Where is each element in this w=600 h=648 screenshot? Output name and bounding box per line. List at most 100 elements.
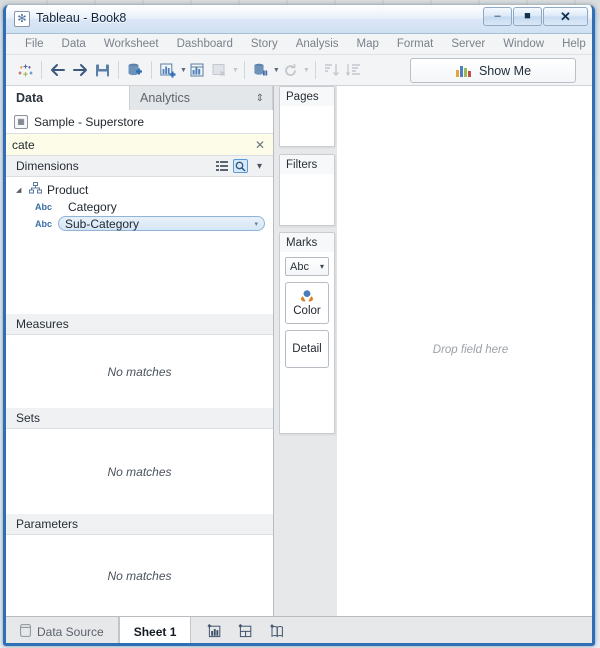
chevron-down-icon[interactable]: ▾	[252, 159, 267, 173]
toolbar: ▼ ▼ ▼	[6, 55, 592, 86]
parameters-empty: No matches	[6, 535, 273, 616]
viz-drop-grid[interactable]: Drop field here Drop field here Drop fie…	[341, 150, 527, 298]
chevron-down-icon[interactable]: ▾	[320, 262, 324, 271]
menu-bar: File Data Worksheet Dashboard Story Anal…	[6, 34, 592, 55]
tab-bar-filler	[302, 617, 592, 646]
marks-card[interactable]: Marks Abc ▾ Color Deta	[279, 232, 335, 434]
measures-empty: No matches	[6, 335, 273, 408]
field-sub-category-pill[interactable]: Sub-Category ▾	[58, 216, 265, 231]
database-table-icon: ▦	[14, 115, 28, 129]
list-view-icon[interactable]	[214, 159, 229, 173]
main-canvas: Columns Rows Drop field here Drop field …	[337, 86, 592, 616]
data-source-tab-label: Data Source	[37, 625, 104, 639]
menu-format[interactable]: Format	[388, 38, 442, 50]
tree-folder-label: Product	[47, 183, 88, 197]
abc-type-icon: Abc	[32, 219, 52, 229]
mark-type-dropdown[interactable]: Abc ▾	[285, 257, 329, 276]
window-title: Tableau - Book8	[36, 11, 126, 25]
viz-left-drop-zone[interactable]: Drop field here	[337, 86, 595, 616]
tab-data[interactable]: Data	[6, 86, 130, 110]
menu-help[interactable]: Help	[553, 38, 595, 50]
cards-column: Pages Filters Marks Abc ▾	[275, 86, 337, 616]
menu-analysis[interactable]: Analysis	[287, 38, 348, 50]
marks-card-title: Marks	[280, 233, 334, 252]
new-worksheet-dropdown-caret[interactable]: ▼	[180, 67, 187, 74]
minimize-button[interactable]: –	[483, 7, 512, 26]
forward-arrow-icon[interactable]	[69, 59, 91, 81]
workspace-body: Data Analytics ⇕ ▦ Sample - Superstore c…	[6, 86, 592, 616]
dimensions-header-tools: ▾	[214, 159, 267, 173]
show-me-chart-icon	[455, 64, 472, 78]
menu-story[interactable]: Story	[242, 38, 287, 50]
sort-descending-icon	[343, 59, 365, 81]
new-sheet-buttons	[191, 617, 302, 646]
swap-data-dropdown-caret[interactable]: ▼	[273, 67, 280, 74]
close-button[interactable]: ✕	[543, 7, 588, 26]
section-title-parameters: Parameters	[16, 517, 78, 531]
menu-dashboard[interactable]: Dashboard	[168, 38, 242, 50]
data-source-name: Sample - Superstore	[34, 115, 144, 129]
sheet-tab-bar: Data Source Sheet 1	[6, 616, 592, 646]
sheet-tab-label: Sheet 1	[134, 625, 177, 639]
left-pane: Data Analytics ⇕ ▦ Sample - Superstore c…	[6, 86, 274, 616]
tableau-window: ✻ Tableau - Book8 – ■ ✕ File Data Worksh…	[3, 5, 595, 646]
menu-window[interactable]: Window	[494, 38, 553, 50]
tab-data-label: Data	[16, 91, 43, 105]
pages-card[interactable]: Pages	[279, 86, 335, 147]
sort-ascending-icon	[321, 59, 343, 81]
search-field-icon[interactable]	[233, 159, 248, 173]
marks-detail-label: Detail	[292, 343, 321, 355]
duplicate-sheet-icon[interactable]	[187, 59, 209, 81]
section-title-sets: Sets	[16, 411, 40, 425]
data-source-tab[interactable]: Data Source	[6, 617, 119, 646]
tab-analytics[interactable]: Analytics ⇕	[130, 86, 273, 110]
marks-color-button[interactable]: Color	[285, 282, 329, 324]
section-header-sets: Sets	[6, 408, 273, 429]
sets-empty: No matches	[6, 429, 273, 514]
section-header-parameters: Parameters	[6, 514, 273, 535]
swap-data-icon[interactable]	[250, 59, 272, 81]
sheet-tab-sheet-1[interactable]: Sheet 1	[119, 617, 192, 646]
filters-card[interactable]: Filters	[279, 154, 335, 226]
new-story-button[interactable]	[269, 623, 286, 641]
menu-server[interactable]: Server	[442, 38, 494, 50]
tab-analytics-label: Analytics	[140, 91, 190, 105]
close-icon[interactable]: ✕	[255, 138, 265, 152]
save-icon[interactable]	[91, 59, 113, 81]
tableau-home-icon[interactable]	[14, 59, 36, 81]
menu-data[interactable]: Data	[53, 38, 95, 50]
back-arrow-icon[interactable]	[47, 59, 69, 81]
marks-detail-button[interactable]: Detail	[285, 330, 329, 368]
toolbar-separator	[244, 61, 245, 79]
menu-file[interactable]: File	[16, 38, 53, 50]
collapse-pane-icon[interactable]: ⇕	[256, 93, 264, 104]
mark-type-value: Abc	[290, 261, 309, 273]
marks-color-label: Color	[293, 305, 320, 317]
clear-sheet-icon	[209, 59, 231, 81]
menu-map[interactable]: Map	[348, 38, 388, 50]
field-sub-category[interactable]: Abc Sub-Category ▾	[6, 215, 273, 232]
search-input[interactable]: cate ✕	[6, 134, 273, 156]
filters-card-title: Filters	[280, 155, 334, 174]
new-worksheet-button[interactable]	[207, 623, 224, 641]
window-controls: – ■ ✕	[483, 7, 588, 26]
maximize-button[interactable]: ■	[513, 7, 542, 26]
refresh-dropdown-caret: ▼	[303, 67, 310, 74]
new-dashboard-button[interactable]	[238, 623, 255, 641]
data-source-row[interactable]: ▦ Sample - Superstore	[6, 110, 273, 134]
show-me-button[interactable]: Show Me	[410, 58, 576, 83]
field-category-text: Category	[66, 200, 117, 214]
section-header-measures: Measures	[6, 314, 273, 335]
color-palette-icon	[298, 289, 316, 303]
expand-triangle-icon[interactable]: ◢	[16, 186, 24, 194]
toolbar-separator	[118, 61, 119, 79]
dimensions-tree: ◢ Product Abc Category Abc Sub-Category …	[6, 177, 273, 232]
tree-folder-product[interactable]: ◢ Product	[6, 181, 273, 198]
new-worksheet-icon[interactable]	[157, 59, 179, 81]
chevron-down-icon[interactable]: ▾	[254, 220, 258, 228]
search-value: cate	[12, 138, 35, 152]
field-category[interactable]: Abc Category	[6, 198, 273, 215]
menu-worksheet[interactable]: Worksheet	[95, 38, 168, 50]
data-source-icon	[20, 624, 31, 640]
new-data-source-icon[interactable]	[124, 59, 146, 81]
